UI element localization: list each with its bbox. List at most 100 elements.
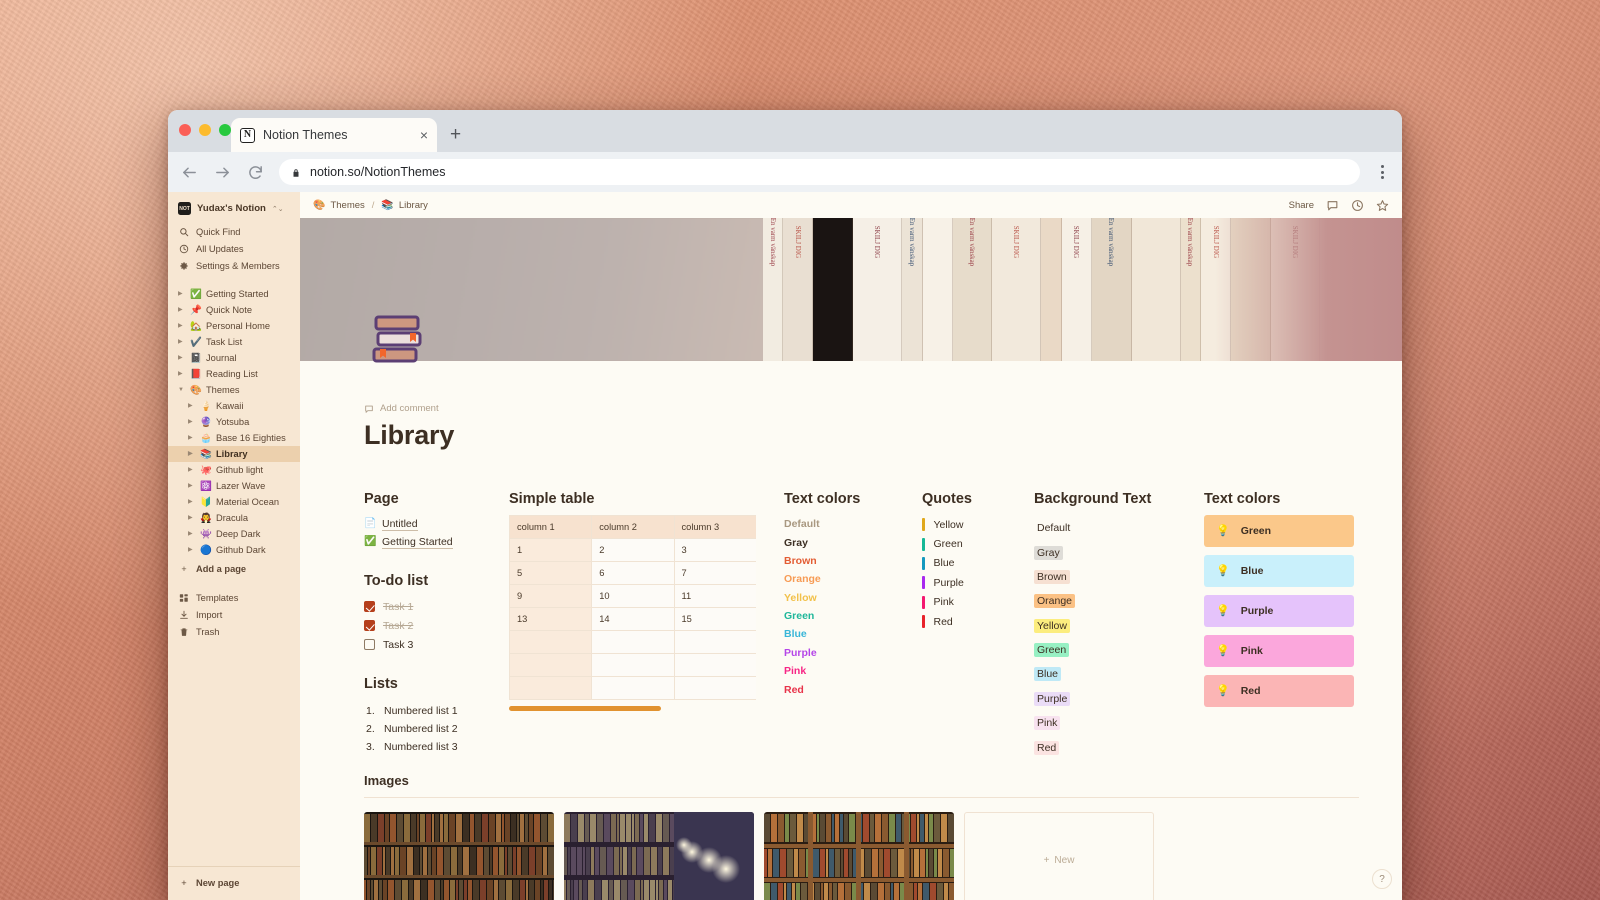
todo-item[interactable]: Task 1: [364, 597, 495, 616]
todo-item[interactable]: Task 3: [364, 635, 495, 654]
sidebar-item-templates[interactable]: Templates: [168, 590, 300, 607]
callout-green[interactable]: 💡 Green: [1204, 515, 1354, 547]
table-cell[interactable]: 5: [509, 561, 593, 585]
table-cell[interactable]: [591, 630, 675, 654]
workspace-switcher[interactable]: NOT Yudax's Notion ⌃⌄: [168, 199, 300, 218]
breadcrumb-item-themes[interactable]: 🎨 Themes: [313, 200, 365, 211]
browser-menu-icon[interactable]: [1374, 165, 1390, 179]
callout-red[interactable]: 💡 Red: [1204, 675, 1354, 707]
table-cell[interactable]: [591, 653, 675, 677]
table-cell[interactable]: [509, 653, 593, 677]
clock-icon[interactable]: [1351, 199, 1364, 212]
books-stack-icon[interactable]: [364, 315, 428, 369]
table-header-cell[interactable]: column 3: [673, 515, 756, 539]
sidebar-item-lazer-wave[interactable]: ▶ ⚛️ Lazer Wave: [168, 478, 300, 494]
todo-item[interactable]: Task 2: [364, 616, 495, 635]
table-cell[interactable]: 6: [591, 561, 675, 585]
sidebar-item-journal[interactable]: ▶ 📓 Journal: [168, 350, 300, 366]
sidebar-item-quick-find[interactable]: Quick Find: [168, 224, 300, 241]
table-cell[interactable]: 1: [509, 538, 593, 562]
table-scroll-container[interactable]: column 1column 2column 3column 412345678…: [509, 515, 756, 700]
sidebar-item-base-16-eighties[interactable]: ▶ 🧁 Base 16 Eighties: [168, 430, 300, 446]
sidebar-item-github-light[interactable]: ▶ 🐙 Github light: [168, 462, 300, 478]
star-icon[interactable]: [1376, 199, 1389, 212]
checkbox[interactable]: [364, 601, 375, 612]
checkbox[interactable]: [364, 620, 375, 631]
disclosure-triangle-icon[interactable]: ▶: [178, 371, 186, 377]
new-page-button[interactable]: + New page: [168, 873, 300, 893]
callout-purple[interactable]: 💡 Purple: [1204, 595, 1354, 627]
disclosure-triangle-icon[interactable]: ▶: [188, 419, 196, 425]
gallery-card-bookshelf-wooden-shelves[interactable]: [764, 811, 954, 900]
sidebar-item-personal-home[interactable]: ▶ 🏡 Personal Home: [168, 318, 300, 334]
table-cell[interactable]: [673, 676, 756, 700]
help-button[interactable]: ?: [1372, 869, 1392, 889]
new-tab-button[interactable]: +: [450, 125, 461, 144]
sidebar-item-library[interactable]: ▶ 📚 Library: [168, 446, 300, 463]
table-header-cell[interactable]: column 2: [591, 515, 675, 539]
table-cell[interactable]: 3: [673, 538, 756, 562]
table-cell[interactable]: 11: [673, 584, 756, 608]
sidebar-item-kawaii[interactable]: ▶ 🍦 Kawaii: [168, 398, 300, 414]
table-header-cell[interactable]: column 1: [509, 515, 593, 539]
gallery-card-bookshelf-dark-library[interactable]: [364, 811, 554, 900]
table-cell[interactable]: 13: [509, 607, 593, 631]
disclosure-triangle-icon[interactable]: ▶: [178, 339, 186, 345]
callout-blue[interactable]: 💡 Blue: [1204, 555, 1354, 587]
sidebar-item-github-dark[interactable]: ▶ 🔵 Github Dark: [168, 542, 300, 558]
checkbox[interactable]: [364, 639, 375, 650]
sidebar-item-dracula[interactable]: ▶ 🧛 Dracula: [168, 510, 300, 526]
table-cell[interactable]: 7: [673, 561, 756, 585]
sidebar-item-getting-started[interactable]: ▶ ✅ Getting Started: [168, 286, 300, 302]
table-cell[interactable]: 9: [509, 584, 593, 608]
sidebar-item-material-ocean[interactable]: ▶ 🔰 Material Ocean: [168, 494, 300, 510]
page-link-untitled[interactable]: 📄 Untitled: [364, 515, 495, 533]
disclosure-triangle-icon[interactable]: ▶: [188, 451, 196, 457]
breadcrumb-item-library[interactable]: 📚 Library: [381, 200, 428, 211]
scrollbar-thumb[interactable]: [509, 706, 661, 711]
disclosure-triangle-icon[interactable]: ▶: [178, 323, 186, 329]
table-cell[interactable]: 10: [591, 584, 675, 608]
browser-tab[interactable]: N Notion Themes ×: [231, 118, 437, 152]
callout-pink[interactable]: 💡 Pink: [1204, 635, 1354, 667]
minimize-window-button[interactable]: [199, 124, 211, 136]
reload-icon[interactable]: [246, 163, 265, 182]
address-bar[interactable]: notion.so/NotionThemes: [279, 159, 1360, 185]
sidebar-item-task-list[interactable]: ▶ ✔️ Task List: [168, 334, 300, 350]
disclosure-triangle-icon[interactable]: ▼: [178, 387, 186, 393]
add-comment-button[interactable]: Add comment: [364, 403, 1402, 414]
table-cell[interactable]: [673, 653, 756, 677]
table-cell[interactable]: [591, 676, 675, 700]
sidebar-item-import[interactable]: Import: [168, 607, 300, 624]
sidebar-item-all-updates[interactable]: All Updates: [168, 241, 300, 258]
maximize-window-button[interactable]: [219, 124, 231, 136]
sidebar-item-themes[interactable]: ▼ 🎨 Themes: [168, 382, 300, 398]
sidebar-item-deep-dark[interactable]: ▶ 👾 Deep Dark: [168, 526, 300, 542]
forward-icon[interactable]: [213, 163, 232, 182]
disclosure-triangle-icon[interactable]: ▶: [178, 307, 186, 313]
table-cell[interactable]: [673, 630, 756, 654]
disclosure-triangle-icon[interactable]: ▶: [178, 291, 186, 297]
sidebar-item-settings-members[interactable]: Settings & Members: [168, 258, 300, 275]
page-title[interactable]: Library: [364, 420, 1402, 451]
share-button[interactable]: Share: [1289, 200, 1314, 211]
disclosure-triangle-icon[interactable]: ▶: [188, 499, 196, 505]
table-cell[interactable]: 2: [591, 538, 675, 562]
sidebar-item-trash[interactable]: Trash: [168, 623, 300, 640]
disclosure-triangle-icon[interactable]: ▶: [188, 435, 196, 441]
table-cell[interactable]: [509, 630, 593, 654]
disclosure-triangle-icon[interactable]: ▶: [188, 483, 196, 489]
close-window-button[interactable]: [179, 124, 191, 136]
disclosure-triangle-icon[interactable]: ▶: [188, 547, 196, 553]
gallery-card-bookshelf-aisle-lights[interactable]: [564, 811, 754, 900]
sidebar-add-page-button[interactable]: + Add a page: [168, 558, 300, 577]
close-tab-icon[interactable]: ×: [420, 128, 428, 142]
disclosure-triangle-icon[interactable]: ▶: [178, 355, 186, 361]
back-icon[interactable]: [180, 163, 199, 182]
page-cover-image[interactable]: En varm vänskap SKILJ DIG SKILJ DIG En varm…: [300, 218, 1402, 361]
disclosure-triangle-icon[interactable]: ▶: [188, 515, 196, 521]
add-new-image-button[interactable]: + New: [964, 811, 1154, 900]
table-cell[interactable]: 15: [673, 607, 756, 631]
table-cell[interactable]: 14: [591, 607, 675, 631]
disclosure-triangle-icon[interactable]: ▶: [188, 467, 196, 473]
